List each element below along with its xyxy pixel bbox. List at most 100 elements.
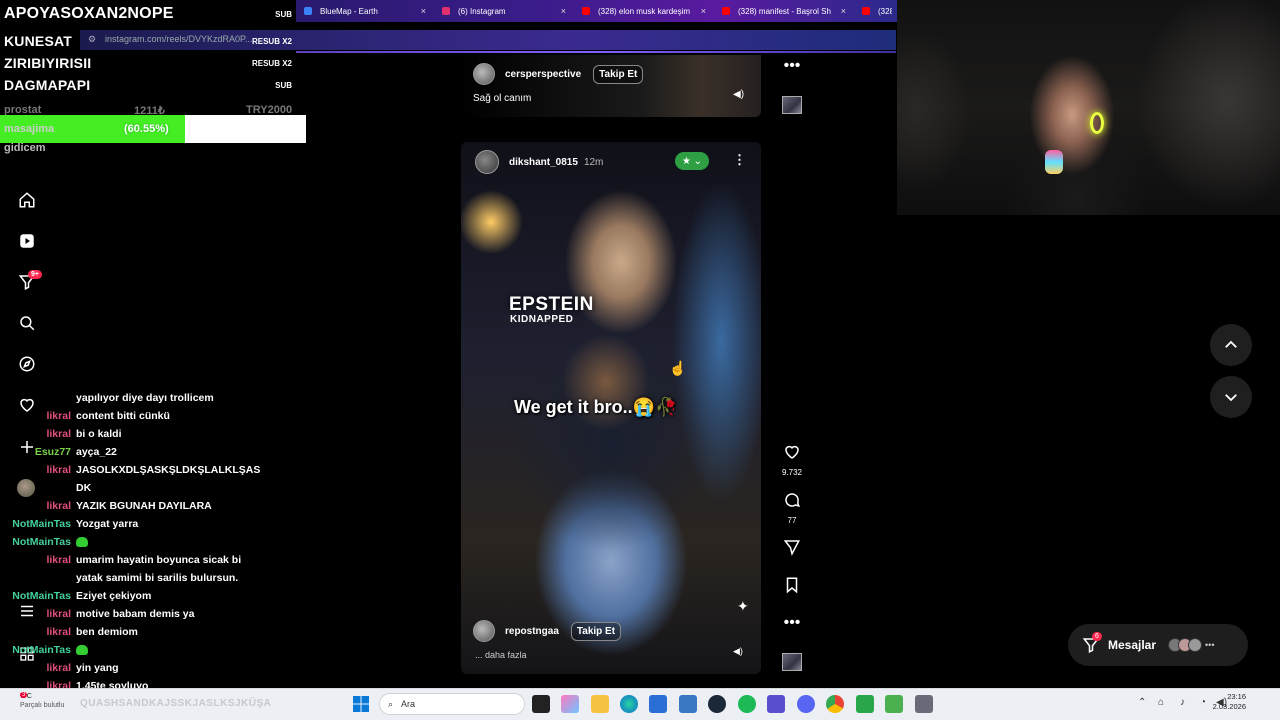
taskview-icon[interactable] [532,695,550,713]
chat-text: Yozgat yarra [76,518,139,530]
more-caption-link[interactable]: ... daha fazla [475,650,527,660]
follow-button[interactable]: Takip Et [570,621,622,641]
more-options-icon[interactable]: ••• [781,614,803,632]
browser-tab[interactable]: (328) elon musk kardeşim × [574,0,714,22]
app-icon[interactable] [767,695,785,713]
save-button[interactable] [781,576,803,599]
overlay-name: DAGMAPAPI [4,77,91,93]
copilot-icon[interactable] [561,695,579,713]
mic-icon[interactable]: ♪ [1180,697,1185,708]
chat-message: yapılıyor diye dayı trollicem [0,389,300,407]
chat-message: likral motive babam demis ya [0,605,300,623]
app-icon[interactable] [915,695,933,713]
browser-tab[interactable]: (328) manifest - Başrol Sh × [714,0,854,22]
microphone [1045,150,1063,174]
video-caption: We get it bro..😭🥀 [514,397,678,417]
chrome-icon[interactable] [826,695,844,713]
chat-username[interactable]: NotMainTas [0,533,76,551]
audio-thumbnail[interactable] [782,96,802,114]
follow-button[interactable]: Takip Et [593,64,644,84]
chat-message: NotMainTas Eziyet çekiyom [0,587,300,605]
spotify-icon[interactable] [738,695,756,713]
chat-username[interactable]: Esuz77 [0,443,76,461]
ticker-text: QUASHSANDKAJSSKJASLKSJKÜŞA [80,698,272,709]
chat-username[interactable]: likral [0,551,76,587]
chat-username[interactable]: likral [0,461,76,497]
tab-close-icon[interactable]: × [561,6,566,16]
like-count: 9.732 [781,468,803,477]
send-icon [783,540,800,556]
repost-avatar[interactable] [473,620,495,642]
reels-icon[interactable] [16,230,38,252]
explore-icon[interactable] [16,353,38,375]
user-avatar[interactable] [473,63,495,85]
overlay-row-2: KUNESAT RESUB X2 [0,31,296,51]
chat-username[interactable]: likral [0,659,76,677]
reel-card-previous[interactable]: cersperspective Takip Et Sağ ol canım ◀) [461,55,761,117]
chat-username[interactable]: likral [0,605,76,623]
repost-username[interactable]: repostngaa [505,626,559,637]
tab-favicon-icon [304,7,312,15]
overlay-row-4: DAGMAPAPI SUB [0,75,296,95]
tab-label: BlueMap - Earth [320,6,378,16]
like-button[interactable]: 9.732 [781,443,803,477]
scroll-up-button[interactable] [1210,324,1252,366]
steam-icon[interactable] [708,695,726,713]
screen: BlueMap - Earth × (6) Instagram × (328) elon… [0,0,1280,720]
tab-label: (328) elon musk kardeşim [598,6,691,16]
messages-button[interactable]: Mesajlar ••• [1068,624,1248,666]
tab-close-icon[interactable]: × [701,6,706,16]
chat-text: ben demiom [76,626,138,638]
discord-icon[interactable] [797,695,815,713]
chat-username[interactable] [0,389,76,407]
user-avatar[interactable] [475,150,499,174]
comment-button[interactable]: 77 [781,491,803,525]
browser-tab[interactable]: (6) Instagram × [434,0,574,22]
mail-icon[interactable] [649,695,667,713]
share-button[interactable] [781,538,803,561]
chat-text: yin yang [76,662,119,674]
chat-message: likral bi o kaldi [0,425,300,443]
sparkle-icon: ✦ [737,598,749,614]
file-explorer-icon[interactable] [591,695,609,713]
overlay-tag: RESUB X2 [251,36,292,46]
username[interactable]: dikshant_0815 [509,157,578,168]
chat-username[interactable]: NotMainTas [0,641,76,659]
browser-tab[interactable]: (328 [854,0,900,22]
chat-username[interactable]: NotMainTas [0,515,76,533]
browser-tab[interactable]: BlueMap - Earth × [296,0,434,22]
windows-start-icon[interactable] [353,696,369,712]
scroll-down-button[interactable] [1210,376,1252,418]
chat-username[interactable]: NotMainTas [0,587,76,605]
chat-username[interactable]: likral [0,407,76,425]
chat-text: content bitti cünkü [76,410,170,422]
overlay-tag: SUB [275,9,292,19]
reel-card-main[interactable]: dikshant_0815 12m ★ ⌄ ⋮ EPSTEIN KIDNAPPE… [461,142,761,674]
mute-icon[interactable]: ◀) [733,646,743,657]
more-options-icon[interactable]: ⋮ [733,152,746,168]
chat-text [76,533,266,551]
avatar [1188,638,1203,652]
tab-close-icon[interactable]: × [841,6,846,16]
username[interactable]: cersperspective [505,69,581,80]
favorite-pill[interactable]: ★ ⌄ [675,152,709,170]
chat-message: NotMainTas [0,641,300,659]
chat-username[interactable]: likral [0,425,76,443]
more-options-icon[interactable]: ••• [781,57,803,75]
tab-close-icon[interactable]: × [421,6,426,16]
edge-icon[interactable] [620,695,638,713]
system-clock[interactable]: 23:16 2.03.2026 [1206,692,1246,712]
home-icon[interactable] [16,189,38,211]
tray-chevron-icon[interactable]: ⌃ [1138,697,1146,708]
audio-thumbnail[interactable] [782,653,802,671]
app-icon[interactable] [856,695,874,713]
search-icon[interactable] [16,312,38,334]
mute-icon[interactable]: ◀) [733,89,744,100]
notification-badge: 9+ [28,270,42,279]
minecraft-icon[interactable] [885,695,903,713]
taskbar-search[interactable]: ⌕ Ara [379,693,525,715]
chat-username[interactable]: likral [0,623,76,641]
app-icon[interactable] [679,695,697,713]
network-icon[interactable]: ⌂ [1158,697,1164,708]
chat-username[interactable]: likral [0,497,76,515]
